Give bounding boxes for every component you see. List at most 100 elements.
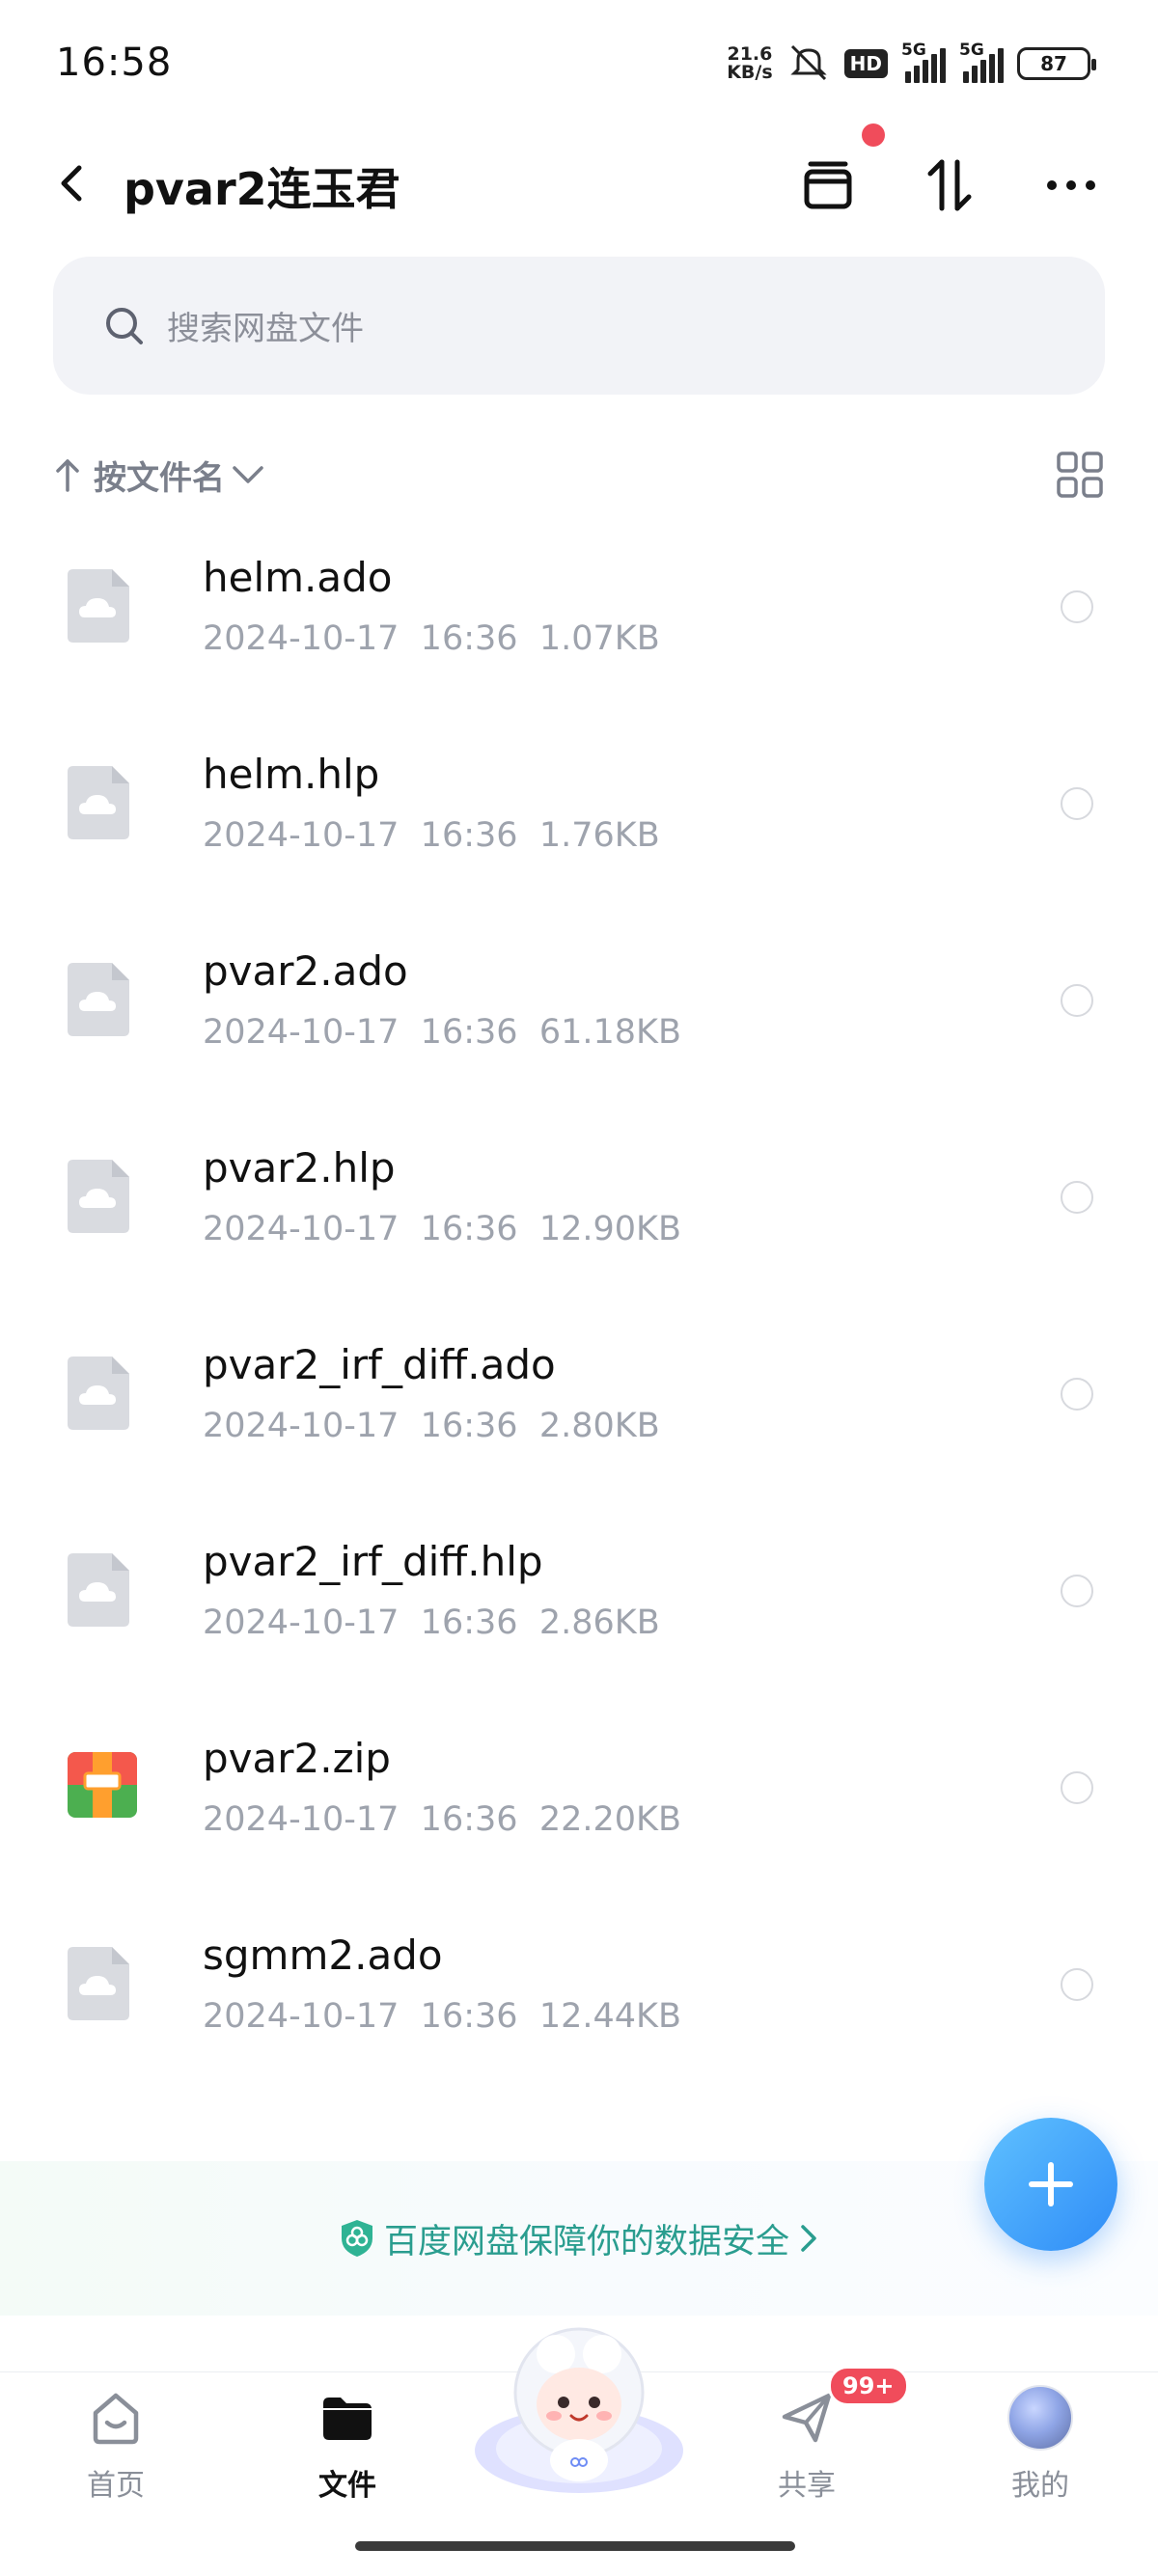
tab-files-label: 文件 — [318, 2469, 376, 2503]
archive-button[interactable] — [791, 149, 865, 222]
tab-share-label: 共享 — [778, 2469, 836, 2503]
file-row[interactable]: pvar2.hlp 2024-10-17 16:36 12.90KB — [0, 1131, 1158, 1328]
file-name: pvar2_irf_diff.ado — [203, 1341, 556, 1388]
page-title: pvar2连玉君 — [124, 163, 400, 215]
file-name: helm.hlp — [203, 751, 380, 798]
file-cloud-icon — [66, 1551, 133, 1629]
status-bar: 16:58 21.6 KB/s HD 5G 5G 87 — [0, 0, 1158, 130]
mascot-button[interactable] — [473, 2316, 685, 2499]
tab-home-label: 首页 — [87, 2469, 145, 2503]
file-cloud-icon — [66, 1945, 133, 2022]
chevron-down-icon — [233, 466, 263, 483]
file-name: pvar2_irf_diff.hlp — [203, 1538, 543, 1585]
select-radio[interactable] — [1061, 984, 1093, 1017]
file-row[interactable]: pvar2.zip 2024-10-17 16:36 22.20KB — [0, 1721, 1158, 1918]
file-cloud-icon — [66, 1158, 133, 1235]
file-date: 2024-10-17 — [203, 1407, 400, 1445]
file-cloud-icon — [66, 1355, 133, 1432]
file-name: pvar2.ado — [203, 947, 408, 995]
file-time: 16:36 — [420, 1997, 518, 2036]
more-button[interactable] — [1034, 149, 1108, 222]
file-time: 16:36 — [420, 1210, 518, 1248]
up-down-arrows-icon — [927, 159, 972, 211]
file-cloud-icon — [66, 567, 133, 644]
sort-dropdown[interactable]: 按文件名 — [53, 452, 265, 499]
file-date: 2024-10-17 — [203, 1800, 400, 1839]
select-radio[interactable] — [1061, 1181, 1093, 1214]
back-button[interactable] — [48, 156, 96, 210]
battery-level: 87 — [1040, 52, 1067, 75]
file-time: 16:36 — [420, 1800, 518, 1839]
file-size: 12.44KB — [538, 1997, 681, 2036]
file-date: 2024-10-17 — [203, 816, 400, 855]
tab-home[interactable]: 首页 — [48, 2384, 183, 2529]
signal-2-icon: 5G — [959, 41, 1004, 83]
home-icon — [82, 2384, 150, 2452]
file-meta: 2024-10-17 16:36 12.44KB — [203, 1997, 681, 2036]
shield-icon — [341, 2220, 372, 2257]
file-name: pvar2.hlp — [203, 1144, 396, 1192]
file-row[interactable]: helm.ado 2024-10-17 16:36 1.07KB — [0, 540, 1158, 737]
signal-1-icon: 5G — [901, 41, 946, 83]
grid-view-button[interactable] — [1055, 450, 1105, 500]
file-row[interactable]: helm.hlp 2024-10-17 16:36 1.76KB — [0, 737, 1158, 934]
grid-view-icon — [1057, 452, 1103, 498]
share-count-badge: 99+ — [828, 2366, 909, 2406]
file-name: sgmm2.ado — [203, 1932, 443, 1979]
select-radio[interactable] — [1061, 590, 1093, 623]
file-cloud-icon — [66, 764, 133, 841]
file-meta: 2024-10-17 16:36 1.07KB — [203, 619, 660, 658]
tab-files[interactable]: 文件 — [280, 2384, 415, 2529]
file-meta: 2024-10-17 16:36 2.80KB — [203, 1407, 660, 1445]
file-time: 16:36 — [420, 619, 518, 658]
status-time: 16:58 — [56, 41, 173, 85]
file-time: 16:36 — [420, 1407, 518, 1445]
zip-archive-icon — [66, 1748, 137, 1825]
file-row[interactable]: pvar2_irf_diff.hlp 2024-10-17 16:36 2.86K… — [0, 1524, 1158, 1721]
battery-icon: 87 — [1017, 47, 1096, 80]
security-banner-text: 百度网盘保障你的数据安全 — [383, 2222, 789, 2261]
mascot-icon — [475, 2327, 683, 2493]
chevron-left-icon — [61, 165, 82, 202]
select-radio[interactable] — [1061, 1968, 1093, 2001]
file-name: pvar2.zip — [203, 1735, 391, 1782]
search-input[interactable]: 搜索网盘文件 — [53, 257, 1105, 395]
notification-dot — [862, 123, 885, 147]
file-time: 16:36 — [420, 1603, 518, 1642]
file-meta: 2024-10-17 16:36 1.76KB — [203, 816, 660, 855]
arrow-up-icon — [56, 459, 79, 492]
file-meta: 2024-10-17 16:36 12.90KB — [203, 1210, 681, 1248]
network-speed-unit: KB/s — [727, 62, 773, 83]
file-name: helm.ado — [203, 554, 393, 601]
select-radio[interactable] — [1061, 787, 1093, 820]
file-list: helm.ado 2024-10-17 16:36 1.07KB helm.hlp 2… — [0, 540, 1158, 2115]
file-size: 12.90KB — [538, 1210, 681, 1248]
signal-1-label: 5G — [901, 41, 926, 60]
file-size: 22.20KB — [538, 1800, 681, 1839]
select-radio[interactable] — [1061, 1771, 1093, 1804]
file-row[interactable]: pvar2_irf_diff.ado 2024-10-17 16:36 2.80K… — [0, 1328, 1158, 1524]
sort-transfer-button[interactable] — [913, 149, 986, 222]
file-date: 2024-10-17 — [203, 1210, 400, 1248]
tab-me-label: 我的 — [1011, 2469, 1069, 2503]
select-radio[interactable] — [1061, 1378, 1093, 1411]
avatar — [1007, 2385, 1073, 2451]
file-meta: 2024-10-17 16:36 22.20KB — [203, 1800, 681, 1839]
home-indicator — [355, 2541, 795, 2551]
hd-badge: HD — [843, 49, 888, 78]
file-time: 16:36 — [420, 1013, 518, 1052]
select-radio[interactable] — [1061, 1575, 1093, 1607]
sort-label: 按文件名 — [94, 458, 225, 498]
header: pvar2连玉君 — [0, 135, 1158, 232]
add-button[interactable] — [984, 2118, 1117, 2251]
signal-2-label: 5G — [959, 41, 984, 60]
file-time: 16:36 — [420, 816, 518, 855]
file-size: 2.80KB — [538, 1407, 660, 1445]
file-meta: 2024-10-17 16:36 2.86KB — [203, 1603, 660, 1642]
file-row[interactable]: pvar2.ado 2024-10-17 16:36 61.18KB — [0, 934, 1158, 1131]
file-row[interactable]: sgmm2.ado 2024-10-17 16:36 12.44KB — [0, 1918, 1158, 2115]
tab-me[interactable]: 我的 — [973, 2384, 1108, 2529]
file-size: 2.86KB — [538, 1603, 660, 1642]
file-date: 2024-10-17 — [203, 1997, 400, 2036]
network-speed: 21.6 KB/s — [727, 45, 772, 82]
